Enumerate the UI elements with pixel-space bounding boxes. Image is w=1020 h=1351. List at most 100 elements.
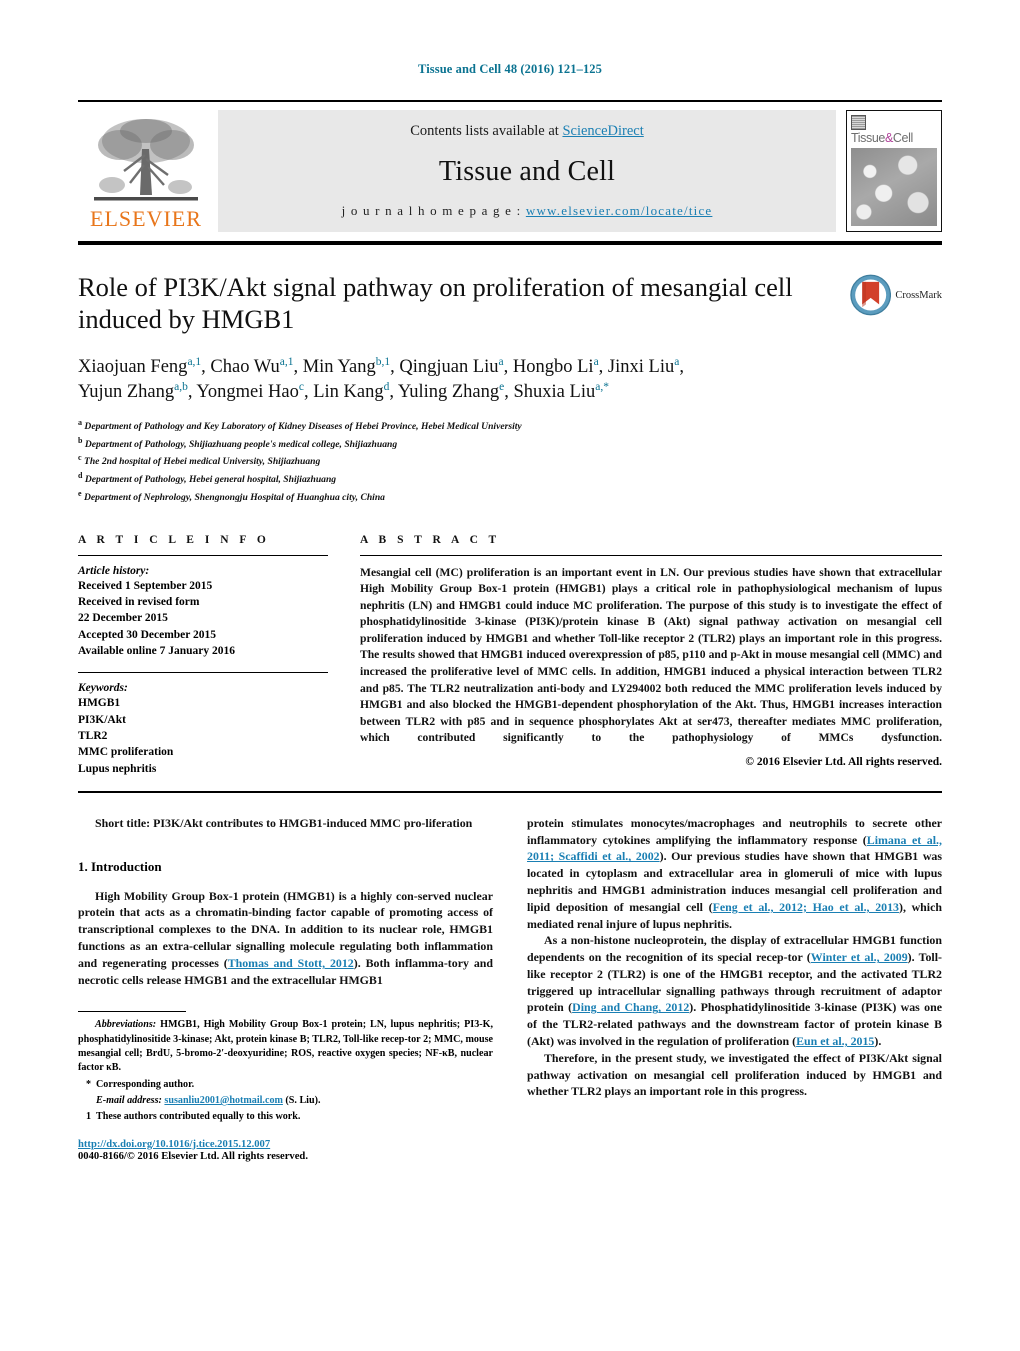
article-info-column: A R T I C L E I N F O Article history: R… [78,534,328,777]
affiliation-item: c The 2nd hospital of Hebei medical Univ… [78,452,942,470]
journal-cover-thumbnail: Tissue&Cell [846,110,942,232]
affiliation-item: d Department of Pathology, Hebei general… [78,470,942,488]
keyword-item: MMC proliferation [78,746,174,759]
short-title-paragraph: Short title: PI3K/Akt contributes to HMG… [78,815,493,832]
author-line-1: Xiaojuan Fenga,1, Chao Wua,1, Min Yangb,… [78,355,684,377]
right-p2-d: ). [874,1034,882,1049]
doi-link-wrap: http://dx.doi.org/10.1016/j.tice.2015.12… [78,1139,493,1150]
author-list: Xiaojuan Fenga,1, Chao Wua,1, Min Yangb,… [78,355,942,406]
email-line: E-mail address: susanliu2001@hotmail.com… [96,1094,321,1108]
elsevier-tree-icon [94,119,198,201]
abbreviations-footnote: Abbreviations: HMGB1, High Mobility Grou… [78,1018,493,1075]
equal-text: These authors contributed equally to thi… [96,1111,301,1123]
email-suffix: (S. Liu). [282,1094,321,1106]
affiliation-text: Department of Pathology, Hebei general h… [84,474,337,486]
citation-link[interactable]: Eun et al., 2015 [796,1034,874,1048]
elsevier-wordmark: ELSEVIER [90,206,202,231]
keywords-label: Keywords: [78,682,128,695]
keyword-item: PI3K/Akt [78,713,126,726]
affiliation-text: The 2nd hospital of Hebei medical Univer… [83,456,321,468]
intro-paragraph-1: High Mobility Group Box-1 protein (HMGB1… [78,888,493,989]
cover-wordmark: Tissue&Cell [851,132,937,145]
cover-header: Tissue&Cell [851,115,937,145]
keyword-item: HMGB1 [78,697,121,710]
citation-link[interactable]: Feng et al., 2012; Hao et al., 2013 [713,900,899,914]
affiliation-mark: c [78,453,82,463]
body-column-right: protein stimulates monocytes/macrophages… [527,815,942,1162]
affiliation-mark: e [78,488,82,498]
masthead-divider [78,241,942,245]
affiliation-item: b Department of Pathology, Shijiazhuang … [78,435,942,453]
cover-micrograph-image [851,147,937,226]
cover-word-left: Tissue [851,131,885,145]
affiliation-item: a Department of Pathology and Key Labora… [78,417,942,435]
right-paragraph-2: As a non-histone nucleoprotein, the disp… [527,932,942,1049]
journal-homepage-link[interactable]: www.elsevier.com/locate/tice [526,203,713,218]
cover-ampersand: & [884,131,893,145]
equal-mark: 1 [85,1111,91,1123]
running-head: Tissue and Cell 48 (2016) 121–125 [418,62,602,76]
contents-prefix: Contents lists available at [410,123,563,139]
affiliation-text: Department of Pathology, Shijiazhuang pe… [84,438,398,450]
affiliation-mark: b [78,435,83,445]
paper-page: Tissue and Cell 48 (2016) 121–125 ELSEVI… [0,0,1020,1351]
short-title-label: Short title: [95,815,151,830]
footnote-separator [78,1011,186,1013]
short-title-text: PI3K/Akt contributes to HMGB1-induced MM… [150,815,473,830]
crossmark-label: CrossMark [895,289,942,301]
info-abstract-block: A R T I C L E I N F O Article history: R… [78,534,942,777]
affiliation-mark: d [78,471,83,481]
body-column-left: Short title: PI3K/Akt contributes to HMG… [78,815,493,1162]
affiliation-text: Department of Nephrology, Shengnongju Ho… [83,492,385,504]
article-info-rule [78,554,328,556]
affiliation-text: Department of Pathology and Key Laborato… [84,421,522,433]
doi-link[interactable]: http://dx.doi.org/10.1016/j.tice.2015.12… [78,1139,270,1150]
cover-mini-icon [851,115,866,130]
citation-link[interactable]: Winter et al., 2009 [811,950,908,964]
affiliation-list: a Department of Pathology and Key Labora… [78,417,942,506]
affiliation-item: e Department of Nephrology, Shengnongju … [78,488,942,506]
homepage-label: j o u r n a l h o m e p a g e : [341,203,526,218]
journal-masthead: ELSEVIER Contents lists available at Sci… [78,100,942,232]
email-label: E-mail address: [96,1094,162,1106]
masthead-center: Contents lists available at ScienceDirec… [218,110,836,232]
section-heading-introduction: 1. Introduction [78,858,162,874]
issn-copyright-line: 0040-8166/© 2016 Elsevier Ltd. All right… [78,1150,308,1162]
corresponding-text: Corresponding author. [96,1078,195,1090]
corresponding-mark: * [85,1078,91,1090]
body-columns: Short title: PI3K/Akt contributes to HMG… [78,815,942,1162]
elsevier-logo: ELSEVIER [78,110,214,232]
right-paragraph-3: Therefore, in the present study, we inve… [527,1050,942,1099]
keyword-item: Lupus nephritis [78,762,157,775]
contents-line: Contents lists available at ScienceDirec… [410,123,644,140]
body-divider [78,790,942,793]
author-line-2: Yujun Zhanga,b, Yongmei Haoc, Lin Kangd,… [78,381,609,403]
sciencedirect-link[interactable]: ScienceDirect [562,123,643,139]
keywords-rule [78,672,328,674]
abstract-heading: A B S T R A C T [360,533,501,546]
article-history-item: Accepted 30 December 2015 [78,628,217,641]
equal-contribution-footnote: 1 These authors contributed equally to t… [78,1110,493,1124]
article-history-label: Article history: [78,564,150,577]
article-info-heading: A R T I C L E I N F O [78,533,270,546]
citation-link[interactable]: Ding and Chang, 2012 [572,1000,689,1014]
abbreviations-label: Abbreviations: [95,1019,157,1031]
abstract-rule [360,554,942,556]
cover-word-right: Cell [892,131,913,145]
keywords-block: Keywords: HMGB1 PI3K/Akt TLR2 MMC prolif… [78,672,328,777]
citation-link[interactable]: Thomas and Stott, 2012 [228,956,354,970]
article-history-item: Available online 7 January 2016 [78,644,235,657]
journal-homepage-line: j o u r n a l h o m e p a g e : www.else… [342,203,713,219]
abstract-copyright: © 2016 Elsevier Ltd. All rights reserved… [745,755,942,768]
journal-title: Tissue and Cell [438,155,616,187]
corresponding-author-footnote: * Corresponding author. [78,1078,493,1092]
abstract-column: A B S T R A C T Mesangial cell (MC) prol… [360,534,942,777]
article-history-item: Received 1 September 2015 [78,579,213,592]
article-history-item: Received in revised form [78,595,200,608]
abstract-text: Mesangial cell (MC) proliferation is an … [360,565,942,745]
crossmark-icon [850,274,892,316]
crossmark-badge[interactable]: CrossMark [850,273,942,317]
email-link[interactable]: susanliu2001@hotmail.com [164,1095,282,1106]
right-paragraph-1: protein stimulates monocytes/macrophages… [527,815,942,932]
title-block: Role of PI3K/Akt signal pathway on proli… [78,271,942,336]
